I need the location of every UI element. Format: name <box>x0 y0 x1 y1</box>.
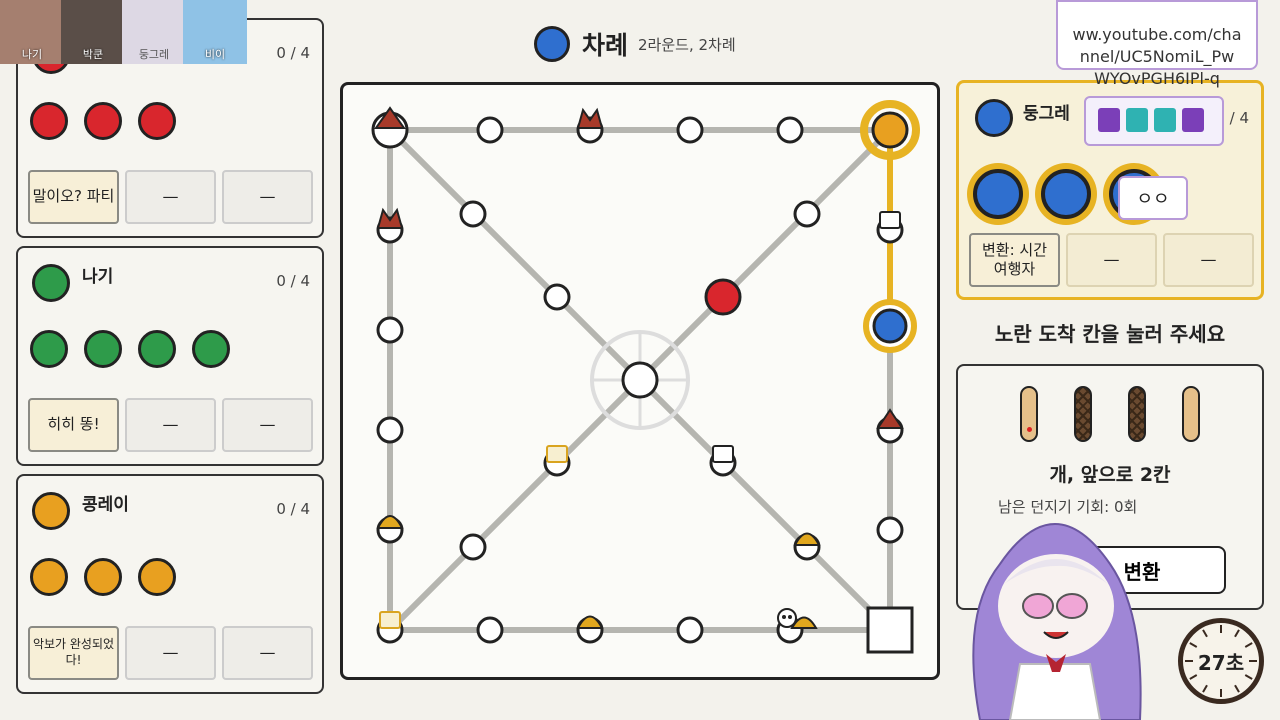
orange-piece-on-board[interactable] <box>871 111 909 149</box>
timer-tick <box>1202 684 1208 693</box>
skull-marker-icon <box>777 608 797 628</box>
channel-url-overlay: ww.youtube.com/cha nnel/UC5NomiL_Pw WYOv… <box>1056 0 1258 88</box>
timer-tick <box>1244 642 1253 648</box>
emote-row <box>1086 98 1222 142</box>
blue-piece-on-board[interactable] <box>872 308 908 344</box>
board-node[interactable] <box>543 283 571 311</box>
throw-result: 개, 앞으로 2칸 <box>1049 464 1171 486</box>
timer-tick <box>1189 642 1198 648</box>
timer-tick <box>1189 674 1198 680</box>
player-chip <box>975 99 1013 137</box>
board-node[interactable] <box>676 616 704 644</box>
timer-tick <box>1234 684 1240 693</box>
game-piece[interactable] <box>1041 169 1091 219</box>
timer-tick <box>1185 660 1193 662</box>
board-node[interactable] <box>776 116 804 144</box>
timer-tick <box>1249 660 1257 662</box>
timer-tick <box>1202 629 1208 638</box>
yut-stick-back <box>1128 386 1146 442</box>
empty-card-slot: — <box>1066 233 1157 287</box>
board-node[interactable] <box>876 516 904 544</box>
board-center[interactable] <box>621 361 659 399</box>
board-node[interactable] <box>793 200 821 228</box>
instruction-text: 노란 도착 칸을 눌러 주세요 <box>994 322 1226 346</box>
board-node[interactable] <box>376 416 404 444</box>
player-name: 둥그레 <box>1023 104 1070 124</box>
timer-tick <box>1220 625 1222 633</box>
yut-stick-front <box>1182 386 1200 442</box>
player-score: / 4 <box>1229 109 1249 127</box>
emote-overlay <box>1084 96 1224 146</box>
timer-tick <box>1220 689 1222 697</box>
yut-stick-front <box>1020 386 1038 442</box>
board-node[interactable] <box>459 533 487 561</box>
board-node[interactable] <box>676 116 704 144</box>
yut-sticks <box>1020 386 1200 442</box>
board-node[interactable] <box>476 616 504 644</box>
timer-tick <box>1234 629 1240 638</box>
goal-square[interactable] <box>866 606 914 654</box>
game-board <box>340 82 940 680</box>
chat-bubble-overlay: ㅇㅇ <box>1118 176 1188 220</box>
board-node[interactable] <box>459 200 487 228</box>
chat-text: ㅇㅇ <box>1136 189 1170 210</box>
timer-text: 27초 <box>1197 650 1245 675</box>
mascot-character <box>972 523 1142 720</box>
card-slots: 변환: 시간 여행자 — — <box>969 233 1254 287</box>
board-node[interactable] <box>376 316 404 344</box>
channel-url-text: ww.youtube.com/cha nnel/UC5NomiL_Pw WYOv… <box>1072 25 1242 88</box>
game-piece[interactable] <box>973 169 1023 219</box>
board-node[interactable] <box>476 116 504 144</box>
game-screen: 기 0 / 4 말이오? 파티 — — 나기 0 / 4 히히 똥! — — <box>0 0 1280 720</box>
yut-stick-back <box>1074 386 1092 442</box>
item-card[interactable]: 변환: 시간 여행자 <box>969 233 1060 287</box>
timer-tick <box>1244 674 1253 680</box>
turn-timer: 27초 <box>1178 618 1264 704</box>
red-piece-on-board[interactable] <box>704 278 742 316</box>
empty-card-slot: — <box>1163 233 1254 287</box>
